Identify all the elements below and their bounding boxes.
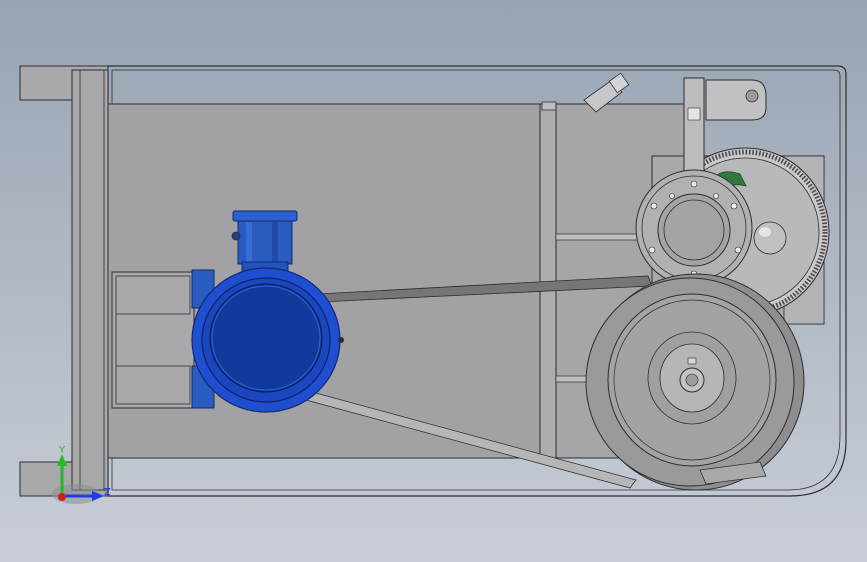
ear-bolt-icon xyxy=(745,89,759,103)
terminal-box-lid xyxy=(232,210,298,222)
motor-fan-cover xyxy=(209,283,323,393)
guide-rod-upper xyxy=(555,233,641,241)
bearing-ear xyxy=(705,79,767,121)
cable-gland-icon xyxy=(231,231,241,241)
triad-y-label: Y xyxy=(58,445,66,456)
guide-rod-lower xyxy=(555,375,591,383)
triad-x-axis-dot xyxy=(58,493,66,501)
left-vertical-post xyxy=(71,69,109,491)
gear-hub-bore xyxy=(657,193,731,267)
motor-bolt-icon xyxy=(338,337,344,343)
adjuster-knob xyxy=(753,221,787,255)
rib-cap xyxy=(541,101,557,111)
motor-base-bracket[interactable] xyxy=(111,271,195,409)
triad-z-label: Z xyxy=(104,487,111,498)
driven-pulley[interactable] xyxy=(585,273,805,491)
cad-graphics-area[interactable]: Y Z xyxy=(0,0,867,562)
